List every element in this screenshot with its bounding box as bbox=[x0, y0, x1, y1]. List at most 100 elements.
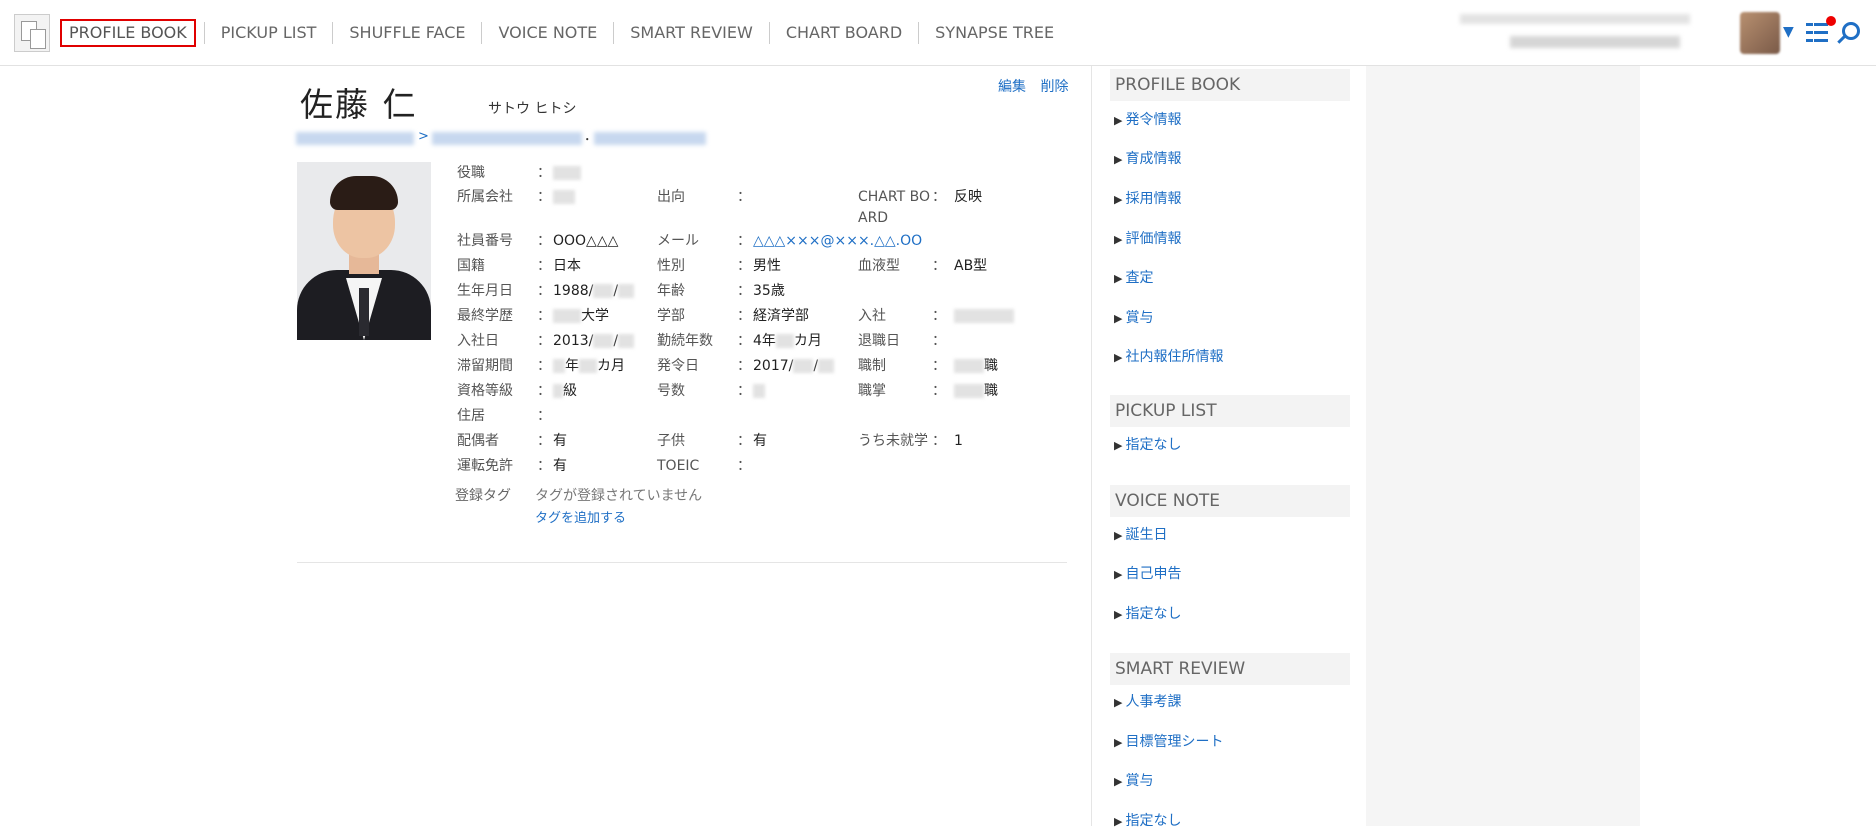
add-tag-link[interactable]: タグを追加する bbox=[535, 509, 626, 529]
field-value: 1988// bbox=[553, 281, 635, 301]
field-label: CHART BO bbox=[858, 189, 930, 205]
notification-dot bbox=[1826, 16, 1836, 26]
edit-link[interactable]: 編集 bbox=[998, 79, 1026, 95]
sidebar-item-label: 賞与 bbox=[1125, 310, 1154, 326]
field-label: 社員番号 bbox=[457, 233, 513, 249]
field-value: 2017// bbox=[753, 356, 835, 376]
sidebar-section-pickup-list: PICKUP LIST bbox=[1110, 395, 1350, 427]
value-part: カ月 bbox=[597, 358, 625, 374]
breadcrumb-item[interactable] bbox=[296, 132, 414, 145]
colon: ： bbox=[537, 258, 551, 274]
field-value: 職 bbox=[954, 356, 998, 376]
breadcrumb-separator: ･ bbox=[584, 133, 591, 148]
field-value: 職 bbox=[954, 381, 998, 401]
field-value: 年 カ月 bbox=[553, 356, 625, 376]
sidebar-item[interactable]: ▶ 指定なし bbox=[1114, 810, 1181, 830]
colon: ： bbox=[537, 233, 551, 249]
colon: ： bbox=[932, 308, 946, 324]
field-label: 職制 bbox=[858, 358, 886, 374]
sidebar-item-label: 採用情報 bbox=[1125, 191, 1182, 207]
colon: ： bbox=[737, 189, 751, 205]
field-label: 勤続年数 bbox=[657, 333, 713, 349]
sidebar-item-label: 社内報住所情報 bbox=[1125, 349, 1224, 365]
sidebar-item[interactable]: ▶ 評価情報 bbox=[1114, 228, 1181, 248]
sidebar-item-label: 賞与 bbox=[1125, 773, 1154, 789]
sidebar-item[interactable]: ▶ 指定なし bbox=[1114, 434, 1181, 454]
sidebar-item[interactable]: ▶ 賞与 bbox=[1114, 307, 1153, 327]
value-part: カ月 bbox=[793, 333, 822, 349]
colon: ： bbox=[537, 333, 551, 349]
field-label: 血液型 bbox=[858, 258, 900, 274]
email-link[interactable]: △△△×××@×××.△△.OO bbox=[753, 231, 922, 251]
value-part: 級 bbox=[563, 383, 577, 399]
sidebar-item[interactable]: ▶ 賞与 bbox=[1114, 770, 1153, 790]
field-label: 年齢 bbox=[657, 283, 685, 299]
content-divider bbox=[297, 562, 1067, 563]
triangle-right-icon: ▶ bbox=[1114, 272, 1123, 285]
sidebar-item-label: 指定なし bbox=[1125, 606, 1182, 622]
sidebar-item[interactable]: ▶ 人事考課 bbox=[1114, 691, 1181, 711]
app-logo-icon[interactable] bbox=[14, 14, 50, 52]
sidebar-item[interactable]: ▶ 査定 bbox=[1114, 267, 1153, 287]
sidebar-item-label: 育成情報 bbox=[1125, 151, 1182, 167]
breadcrumb-item[interactable] bbox=[432, 132, 582, 145]
nav-smart-review[interactable]: SMART REVIEW bbox=[613, 22, 769, 44]
sidebar-item[interactable]: ▶ 発令情報 bbox=[1114, 109, 1181, 129]
triangle-right-icon: ▶ bbox=[1114, 696, 1123, 709]
sidebar-item[interactable]: ▶ 目標管理シート bbox=[1114, 731, 1223, 751]
field-label: 配偶者 bbox=[457, 433, 499, 449]
value-part: 職 bbox=[984, 358, 998, 374]
field-label: 国籍 bbox=[457, 258, 485, 274]
breadcrumb-item[interactable] bbox=[594, 132, 706, 145]
value-part: 大学 bbox=[581, 308, 609, 324]
nav-profile-book[interactable]: PROFILE BOOK bbox=[60, 19, 196, 47]
breadcrumb: > ･ bbox=[296, 129, 716, 148]
profile-photo bbox=[297, 162, 431, 340]
field-value: OOO△△△ bbox=[553, 233, 619, 249]
delete-link[interactable]: 削除 bbox=[1040, 79, 1068, 95]
field-value: 有 bbox=[753, 433, 767, 449]
value-part: 職 bbox=[984, 383, 998, 399]
field-value: 35歳 bbox=[753, 283, 785, 299]
sidebar-item[interactable]: ▶ 育成情報 bbox=[1114, 148, 1181, 168]
colon: ： bbox=[737, 233, 751, 249]
breadcrumb-separator: > bbox=[418, 129, 429, 144]
nav-shuffle-face[interactable]: SHUFFLE FACE bbox=[332, 22, 481, 44]
colon: ： bbox=[932, 333, 946, 349]
colon: ： bbox=[737, 333, 751, 349]
nav-pickup-list[interactable]: PICKUP LIST bbox=[203, 22, 333, 44]
triangle-right-icon: ▶ bbox=[1114, 529, 1123, 542]
colon: ： bbox=[737, 358, 751, 374]
search-icon[interactable] bbox=[1842, 22, 1860, 40]
triangle-right-icon: ▶ bbox=[1114, 351, 1123, 364]
nav-chart-board[interactable]: CHART BOARD bbox=[768, 22, 918, 44]
field-label: 生年月日 bbox=[457, 283, 513, 299]
nav-voice-note[interactable]: VOICE NOTE bbox=[481, 22, 613, 44]
caret-down-icon[interactable]: ▼ bbox=[1783, 24, 1794, 40]
field-label: 職掌 bbox=[858, 383, 886, 399]
sidebar-item[interactable]: ▶ 誕生日 bbox=[1114, 524, 1167, 544]
sidebar-item[interactable]: ▶ 指定なし bbox=[1114, 603, 1181, 623]
field-label: 発令日 bbox=[657, 358, 699, 374]
field-value bbox=[954, 306, 1014, 326]
field-value bbox=[553, 163, 581, 183]
sidebar-item[interactable]: ▶ 社内報住所情報 bbox=[1114, 346, 1223, 366]
user-info-blurred bbox=[1460, 14, 1690, 54]
colon: ： bbox=[737, 433, 751, 449]
colon: ： bbox=[537, 458, 551, 474]
colon: ： bbox=[737, 383, 751, 399]
field-value: 男性 bbox=[753, 258, 781, 274]
sidebar-item[interactable]: ▶ 自己申告 bbox=[1114, 563, 1181, 583]
sidebar-item[interactable]: ▶ 採用情報 bbox=[1114, 188, 1181, 208]
user-avatar[interactable] bbox=[1740, 12, 1780, 54]
nav-synapse-tree[interactable]: SYNAPSE TREE bbox=[918, 22, 1070, 44]
field-label: 出向 bbox=[657, 189, 685, 205]
sidebar-item-label: 発令情報 bbox=[1125, 112, 1182, 128]
colon: ： bbox=[537, 383, 551, 399]
field-value: 2013// bbox=[553, 331, 635, 351]
field-label: 所属会社 bbox=[457, 189, 513, 205]
value-part: 2013/ bbox=[553, 333, 594, 349]
colon: ： bbox=[537, 358, 551, 374]
field-label: 退職日 bbox=[858, 333, 900, 349]
triangle-right-icon: ▶ bbox=[1114, 153, 1123, 166]
